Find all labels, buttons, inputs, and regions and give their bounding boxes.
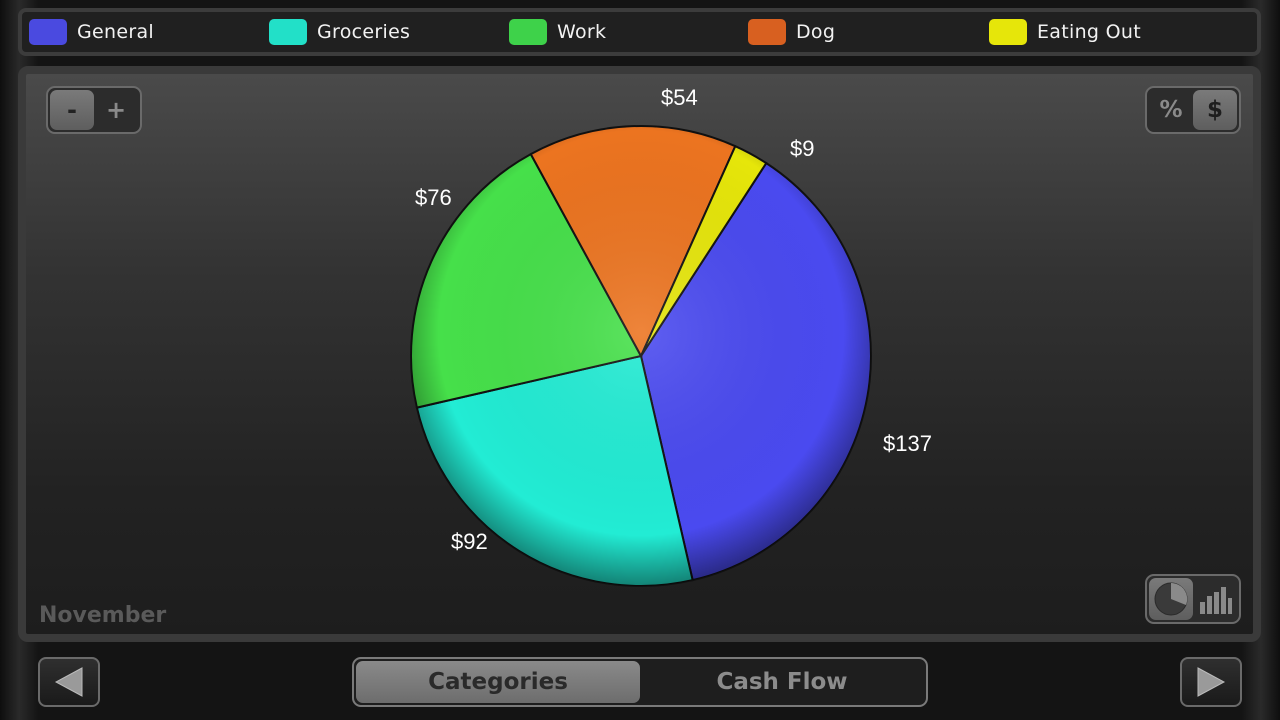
view-tabs: Categories Cash Flow: [352, 657, 928, 707]
legend-label-work: Work: [557, 21, 607, 43]
legend-item-dog: Dog: [748, 19, 835, 45]
legend-swatch-groceries: [269, 19, 307, 45]
right-arrow-icon: [1197, 667, 1226, 697]
next-month-button[interactable]: [1180, 657, 1242, 707]
previous-month-button[interactable]: [38, 657, 100, 707]
pie-label-general: $137: [883, 431, 932, 456]
legend-label-dog: Dog: [796, 21, 836, 43]
pie-label-eating-out: $9: [790, 136, 815, 161]
legend-swatch-general: [29, 19, 67, 45]
legend-item-work: Work: [509, 19, 606, 45]
category-legend: General Groceries Work Dog Eating Out: [18, 8, 1261, 56]
legend-label-eating-out: Eating Out: [1037, 21, 1141, 43]
legend-label-general: General: [77, 21, 154, 43]
legend-item-eating-out: Eating Out: [989, 19, 1141, 45]
legend-label-groceries: Groceries: [317, 21, 411, 43]
legend-swatch-eating-out: [989, 19, 1027, 45]
pie-chart: [410, 125, 872, 587]
legend-swatch-work: [509, 19, 547, 45]
legend-item-general: General: [29, 19, 154, 45]
chart-panel: - + % $ November $137 $92 $76 $54 $9: [18, 66, 1261, 642]
legend-swatch-dog: [748, 19, 786, 45]
pie-label-dog: $54: [661, 85, 698, 110]
left-arrow-icon: [54, 667, 83, 697]
pie-label-work: $76: [415, 185, 452, 210]
tab-cash-flow[interactable]: Cash Flow: [640, 661, 924, 703]
legend-item-groceries: Groceries: [269, 19, 410, 45]
tab-categories[interactable]: Categories: [356, 661, 640, 703]
pie-label-groceries: $92: [451, 529, 488, 554]
